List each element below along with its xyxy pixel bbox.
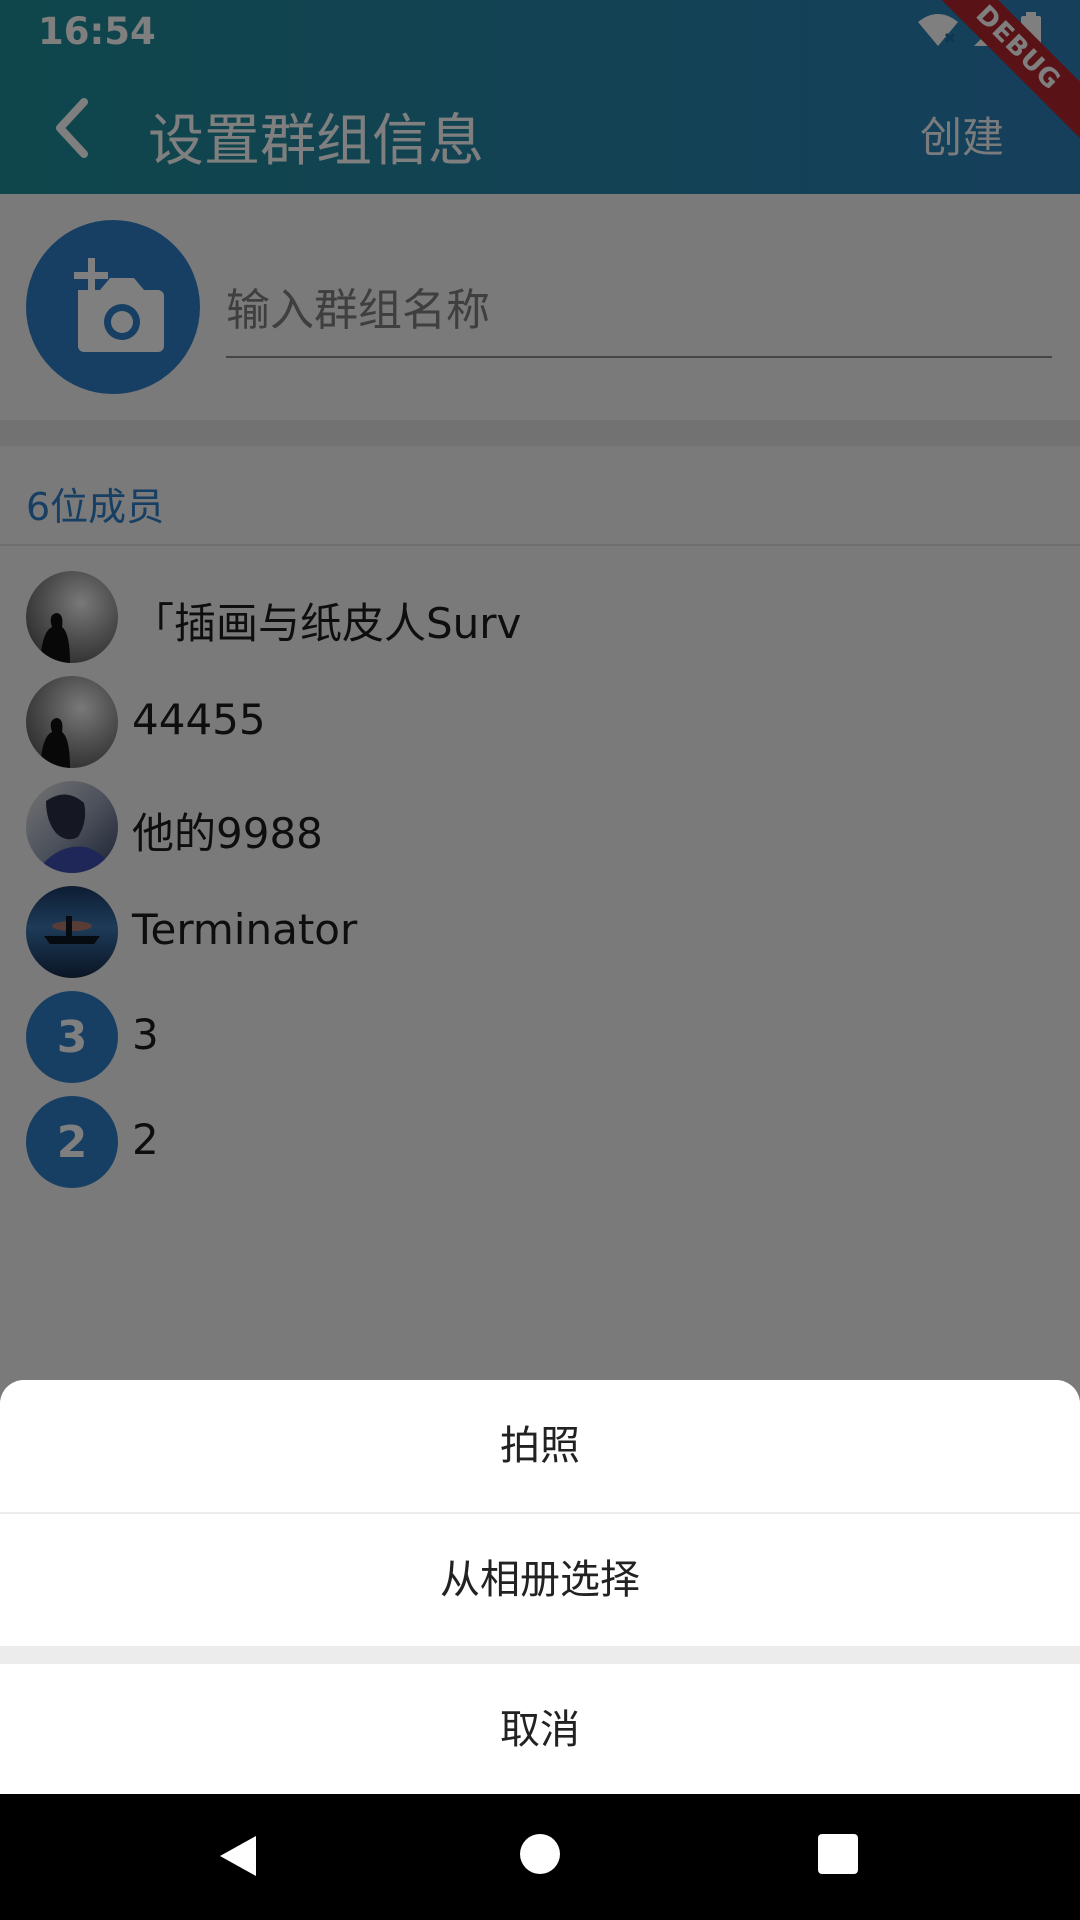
cancel-button[interactable]: 取消: [0, 1664, 1080, 1794]
nav-home-icon[interactable]: [520, 1834, 560, 1874]
take-photo-option[interactable]: 拍照: [0, 1380, 1080, 1512]
nav-recents-icon[interactable]: [818, 1834, 858, 1874]
system-nav-bar: [0, 1794, 1080, 1920]
action-sheet: 拍照 从相册选择 取消: [0, 1380, 1080, 1794]
nav-back-icon[interactable]: [218, 1834, 258, 1882]
choose-from-album-option[interactable]: 从相册选择: [0, 1514, 1080, 1646]
